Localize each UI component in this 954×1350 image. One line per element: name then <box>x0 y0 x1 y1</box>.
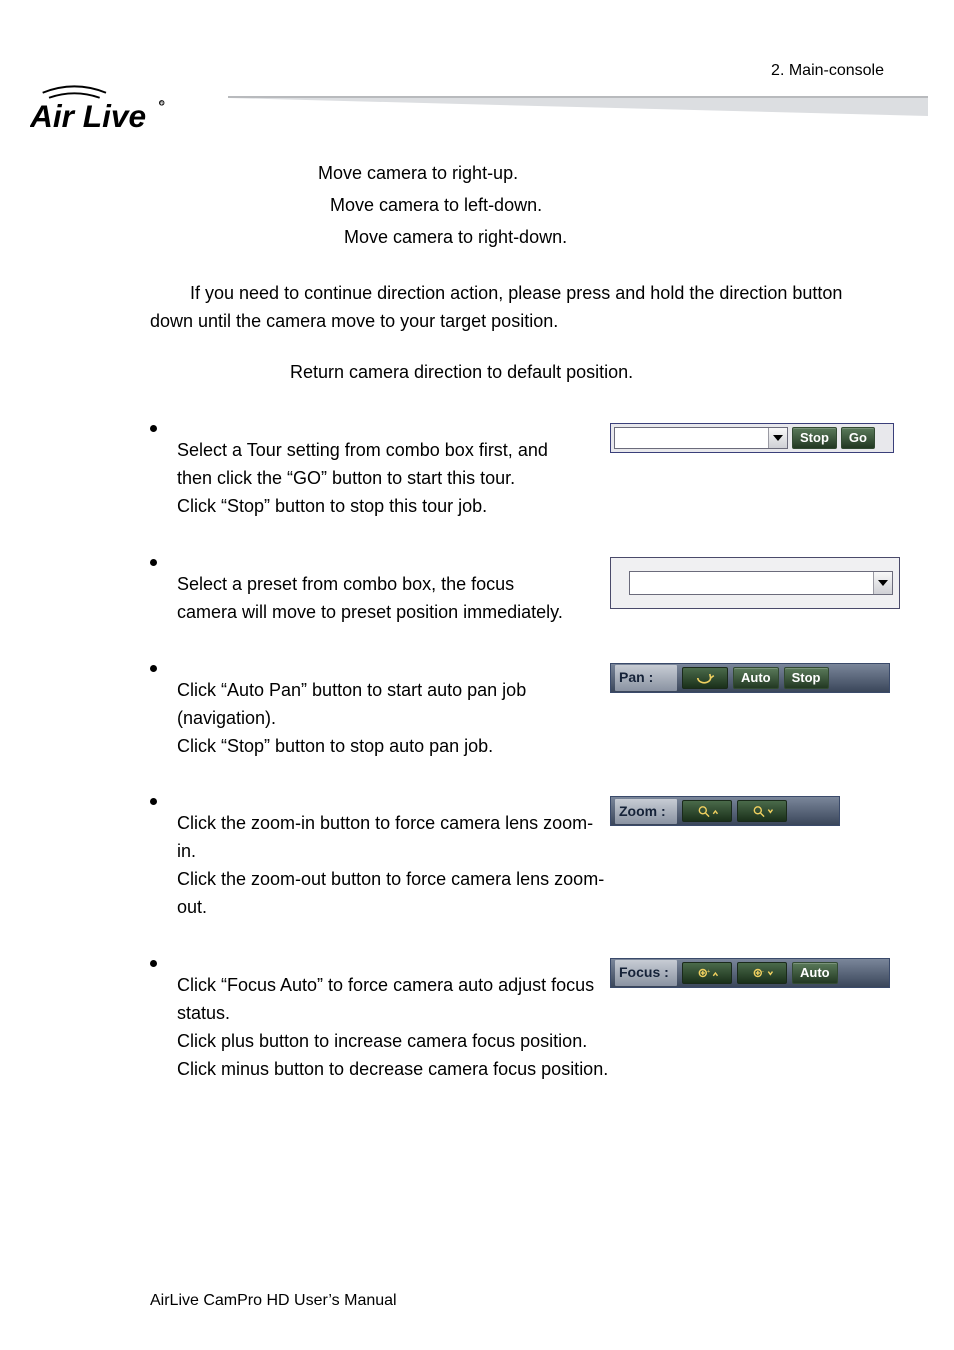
dir-left-down-text: Move camera to left-down. <box>330 192 542 220</box>
focus-plus-button[interactable]: + <box>682 962 732 984</box>
preset-text: Select a preset from combo box, the focu… <box>177 557 577 627</box>
tour-text: Select a Tour setting from combo box fir… <box>177 423 577 521</box>
footer-text: AirLive CamPro HD User’s Manual <box>150 1292 397 1310</box>
focus-text: Click “Focus Auto” to force camera auto … <box>177 958 610 1084</box>
brand-logo: Air Live R <box>30 76 220 141</box>
chevron-down-icon[interactable] <box>768 428 787 448</box>
tour-go-button[interactable]: Go <box>841 427 875 449</box>
dir-right-up-text: Move camera to right-up. <box>318 160 518 188</box>
breadcrumb: 2. Main-console <box>771 62 884 80</box>
zoom-widget: Zoom : <box>610 796 840 826</box>
tour-combo[interactable] <box>614 427 788 449</box>
bullet-icon <box>150 665 157 672</box>
bullet-icon <box>150 425 157 432</box>
pan-widget: Pan : Auto Stop <box>610 663 890 693</box>
focus-minus-button[interactable]: - <box>737 962 787 984</box>
zoom-in-button[interactable] <box>682 800 732 822</box>
focus-auto-button[interactable]: Auto <box>792 962 838 984</box>
svg-text:-: - <box>762 969 764 975</box>
focus-widget: Focus : + <box>610 958 890 988</box>
tour-widget: Stop Go <box>610 423 894 453</box>
pan-stop-button[interactable]: Stop <box>784 667 829 689</box>
pan-label: Pan : <box>615 665 677 691</box>
focus-label: Focus : <box>615 960 677 986</box>
header-rule <box>228 96 928 142</box>
preset-widget <box>610 557 900 609</box>
bullet-icon <box>150 559 157 566</box>
bullet-icon <box>150 798 157 805</box>
pan-auto-button[interactable]: Auto <box>733 667 779 689</box>
pan-nav-icon[interactable] <box>682 667 728 689</box>
svg-text:R: R <box>160 101 163 106</box>
bullet-icon <box>150 960 157 967</box>
chevron-down-icon[interactable] <box>873 572 892 594</box>
return-default-text: Return camera direction to default posit… <box>290 359 633 387</box>
preset-combo[interactable] <box>629 571 893 595</box>
zoom-out-button[interactable] <box>737 800 787 822</box>
pan-text: Click “Auto Pan” button to start auto pa… <box>177 663 577 761</box>
svg-text:Air Live: Air Live <box>30 98 146 134</box>
zoom-text: Click the zoom-in button to force camera… <box>177 796 610 922</box>
svg-text:+: + <box>707 969 710 975</box>
dir-right-down-text: Move camera to right-down. <box>344 224 567 252</box>
tour-stop-button[interactable]: Stop <box>792 427 837 449</box>
zoom-label: Zoom : <box>615 799 677 825</box>
continue-note: If you need to continue direction action… <box>150 280 870 336</box>
